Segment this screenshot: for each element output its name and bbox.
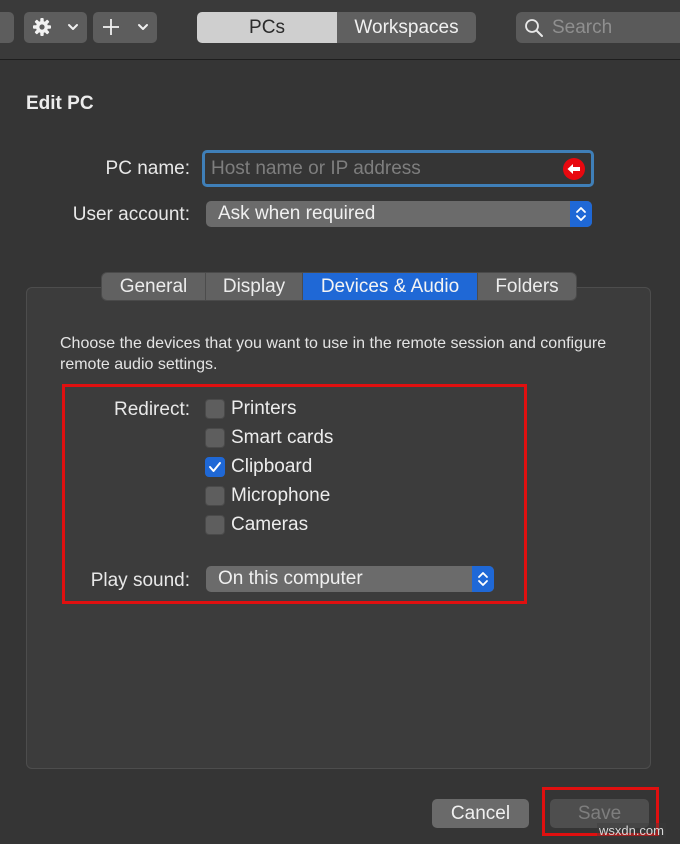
toolbar: PCs Workspaces <box>0 0 680 60</box>
tab-bar: General Display Devices & Audio Folders <box>102 273 576 300</box>
smart-cards-label: Smart cards <box>231 427 334 448</box>
checkbox-row-printers: Printers <box>205 398 296 420</box>
printers-checkbox[interactable] <box>205 399 225 419</box>
play-sound-value: On this computer <box>218 568 363 589</box>
redirect-label: Redirect: <box>113 399 190 420</box>
cancel-button[interactable]: Cancel <box>432 799 529 828</box>
search-input[interactable] <box>552 12 680 43</box>
watermark: wsxdn.com <box>596 823 666 838</box>
view-segmented-control: PCs Workspaces <box>197 12 476 43</box>
checkbox-row-cameras: Cameras <box>205 514 308 536</box>
clipboard-label: Clipboard <box>231 456 313 477</box>
up-down-chevron-icon <box>472 566 494 592</box>
chevron-down-icon <box>138 24 148 30</box>
microphone-checkbox[interactable] <box>205 486 225 506</box>
search-field <box>516 12 680 43</box>
tab-general[interactable]: General <box>102 273 206 300</box>
tab-display[interactable]: Display <box>206 273 303 300</box>
gear-icon <box>33 18 51 36</box>
play-sound-label: Play sound: <box>90 570 190 591</box>
user-account-label: User account: <box>72 204 190 225</box>
checkbox-row-microphone: Microphone <box>205 485 330 507</box>
settings-menu-button[interactable] <box>24 12 87 43</box>
devices-description: Choose the devices that you want to use … <box>60 335 607 373</box>
user-account-value: Ask when required <box>218 203 376 224</box>
chevron-down-icon <box>68 24 78 30</box>
pc-name-input[interactable] <box>211 153 551 184</box>
tab-folders[interactable]: Folders <box>478 273 576 300</box>
segment-pcs[interactable]: PCs <box>197 12 337 43</box>
up-down-chevron-icon <box>570 201 592 227</box>
tab-devices-audio[interactable]: Devices & Audio <box>303 273 478 300</box>
left-arrow-alert-icon <box>563 158 585 180</box>
pc-name-field <box>202 150 594 187</box>
add-menu-button[interactable] <box>93 12 157 43</box>
checkbox-row-clipboard: Clipboard <box>205 456 312 478</box>
cameras-label: Cameras <box>231 514 309 535</box>
sidebar-toggle-button[interactable] <box>0 12 14 43</box>
segment-workspaces[interactable]: Workspaces <box>337 12 476 43</box>
microphone-label: Microphone <box>231 485 331 506</box>
cameras-checkbox[interactable] <box>205 515 225 535</box>
smart-cards-checkbox[interactable] <box>205 428 225 448</box>
pc-name-label: PC name: <box>105 158 190 179</box>
play-sound-select[interactable]: On this computer <box>206 566 494 592</box>
printers-label: Printers <box>231 398 297 419</box>
dialog-title: Edit PC <box>26 93 94 114</box>
user-account-select[interactable]: Ask when required <box>206 201 592 227</box>
clipboard-checkbox[interactable] <box>205 457 225 477</box>
checkbox-row-smart-cards: Smart cards <box>205 427 333 449</box>
search-icon <box>525 19 543 37</box>
plus-icon <box>103 19 119 35</box>
checkmark-icon <box>209 462 221 472</box>
